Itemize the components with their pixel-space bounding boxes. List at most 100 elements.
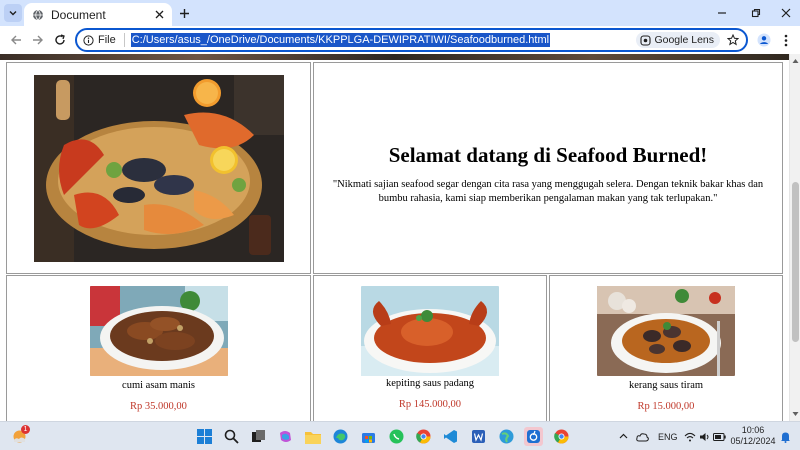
edge-button[interactable] — [331, 427, 350, 446]
address-bar[interactable]: File C:/Users/asus_/OneDrive/Documents/K… — [75, 28, 748, 52]
notification-badge: 1 — [21, 425, 30, 434]
menu-photo-cumi — [89, 286, 228, 376]
search-taskbar-button[interactable] — [222, 427, 241, 446]
reload-icon — [55, 34, 65, 45]
menu-name: kepiting saus padang — [385, 378, 475, 389]
cloud-tray-button[interactable] — [633, 427, 652, 446]
scroll-up-button[interactable] — [792, 57, 799, 64]
volume-icon — [699, 432, 708, 441]
edge-icon — [333, 429, 348, 444]
vscode-button[interactable] — [441, 427, 460, 446]
scroll-down-button[interactable] — [792, 410, 799, 417]
more-vertical-icon — [784, 34, 788, 46]
menu-price: Rp 145.000,00 — [398, 399, 462, 410]
whatsapp-button[interactable] — [387, 427, 406, 446]
tab-close-button[interactable] — [152, 8, 166, 22]
profile-button[interactable] — [756, 32, 772, 48]
task-view-icon — [252, 430, 265, 442]
store-button[interactable] — [359, 427, 378, 446]
clock-time: 10:06 — [741, 425, 765, 435]
arrow-right-icon — [33, 35, 43, 45]
welcome-description: "Nikmati sajian seafood segar dengan cit… — [332, 179, 764, 204]
google-lens-label: Google Lens — [654, 34, 714, 46]
show-hidden-icons-button[interactable] — [614, 427, 633, 446]
close-window-button[interactable] — [778, 5, 794, 21]
page-viewport: Selamat datang di Seafood Burned! "Nikma… — [0, 54, 800, 421]
url-text[interactable]: C:/Users/asus_/OneDrive/Documents/KKPPLG… — [130, 33, 551, 47]
plus-icon — [179, 8, 189, 18]
snipping-tool-button[interactable] — [524, 427, 543, 446]
header-image-edge — [0, 54, 789, 60]
clock-date: 05/12/2024 — [730, 436, 776, 446]
forward-button[interactable] — [30, 32, 46, 48]
menu-name: kerang saus tiram — [628, 380, 704, 391]
site-info-button[interactable]: File — [83, 33, 125, 47]
chrome-button[interactable] — [414, 427, 433, 446]
windows-taskbar: 1 ENG 10:06 05/12/2024 — [0, 421, 800, 450]
restore-button[interactable] — [748, 5, 764, 21]
snipping-tool-icon — [527, 430, 540, 443]
welcome-title: Selamat datang di Seafood Burned! — [388, 143, 708, 167]
menu-card-kepiting: kepiting saus padang Rp 145.000,00 — [313, 275, 547, 421]
battery-button[interactable] — [710, 427, 729, 446]
browser-menu-button[interactable] — [779, 32, 793, 48]
whatsapp-icon — [389, 429, 404, 444]
info-icon — [83, 34, 94, 46]
word-button[interactable] — [469, 427, 488, 446]
profile-icon — [757, 33, 771, 47]
clam-dish-image — [597, 286, 735, 376]
windows-logo-icon — [197, 429, 212, 444]
triangle-up-icon — [792, 58, 799, 63]
wifi-icon — [684, 432, 695, 441]
folder-icon — [304, 431, 321, 444]
new-tab-button[interactable] — [176, 5, 192, 21]
chevron-down-icon — [9, 11, 17, 16]
globe-app-icon — [499, 429, 514, 444]
menu-name: cumi asam manis — [122, 380, 195, 391]
copilot-button[interactable] — [276, 427, 295, 446]
vscode-icon — [444, 430, 457, 443]
chrome-active-button[interactable] — [552, 427, 571, 446]
minimize-icon — [718, 12, 726, 14]
menu-photo-kerang — [597, 286, 735, 376]
start-button[interactable] — [195, 427, 214, 446]
language-indicator[interactable]: ENG — [658, 432, 678, 442]
taskbar-clock[interactable]: 10:06 05/12/2024 — [730, 425, 776, 447]
bell-icon — [781, 432, 790, 443]
menu-card-cumi: cumi asam manis Rp 35.000,00 — [6, 275, 311, 421]
chevron-up-icon — [619, 433, 628, 439]
scrollbar-thumb[interactable] — [792, 182, 799, 342]
task-view-button[interactable] — [249, 427, 268, 446]
arrow-left-icon — [11, 35, 21, 45]
chrome-icon — [416, 429, 431, 444]
close-icon — [155, 10, 163, 19]
store-icon — [362, 433, 375, 443]
restore-icon — [751, 8, 761, 18]
notifications-button[interactable] — [776, 427, 795, 446]
menu-photo-kepiting — [361, 286, 499, 376]
globe-icon — [33, 9, 43, 20]
tab-search-button[interactable] — [4, 4, 22, 22]
battery-icon — [713, 432, 726, 441]
crab-dish-image — [361, 286, 499, 376]
copilot-icon — [280, 431, 291, 442]
search-icon — [224, 429, 239, 444]
squid-dish-image — [89, 286, 228, 376]
chrome-icon — [554, 429, 569, 444]
reload-button[interactable] — [52, 32, 68, 48]
back-button[interactable] — [8, 32, 24, 48]
app-button[interactable] — [497, 427, 516, 446]
menu-price: Rp 15.000,00 — [637, 401, 695, 412]
tab-strip: Document — [0, 0, 800, 26]
triangle-down-icon — [792, 411, 799, 416]
minimize-button[interactable] — [714, 5, 730, 21]
browser-tab[interactable]: Document — [24, 3, 172, 26]
file-explorer-button[interactable] — [303, 427, 322, 446]
bookmark-button[interactable] — [726, 33, 740, 47]
google-lens-button[interactable]: Google Lens — [636, 32, 720, 48]
page-scrollbar[interactable] — [789, 54, 800, 421]
hero-image-cell — [6, 62, 311, 274]
browser-toolbar: File C:/Users/asus_/OneDrive/Documents/K… — [0, 26, 800, 54]
word-icon — [472, 430, 485, 443]
menu-price: Rp 35.000,00 — [130, 401, 187, 412]
